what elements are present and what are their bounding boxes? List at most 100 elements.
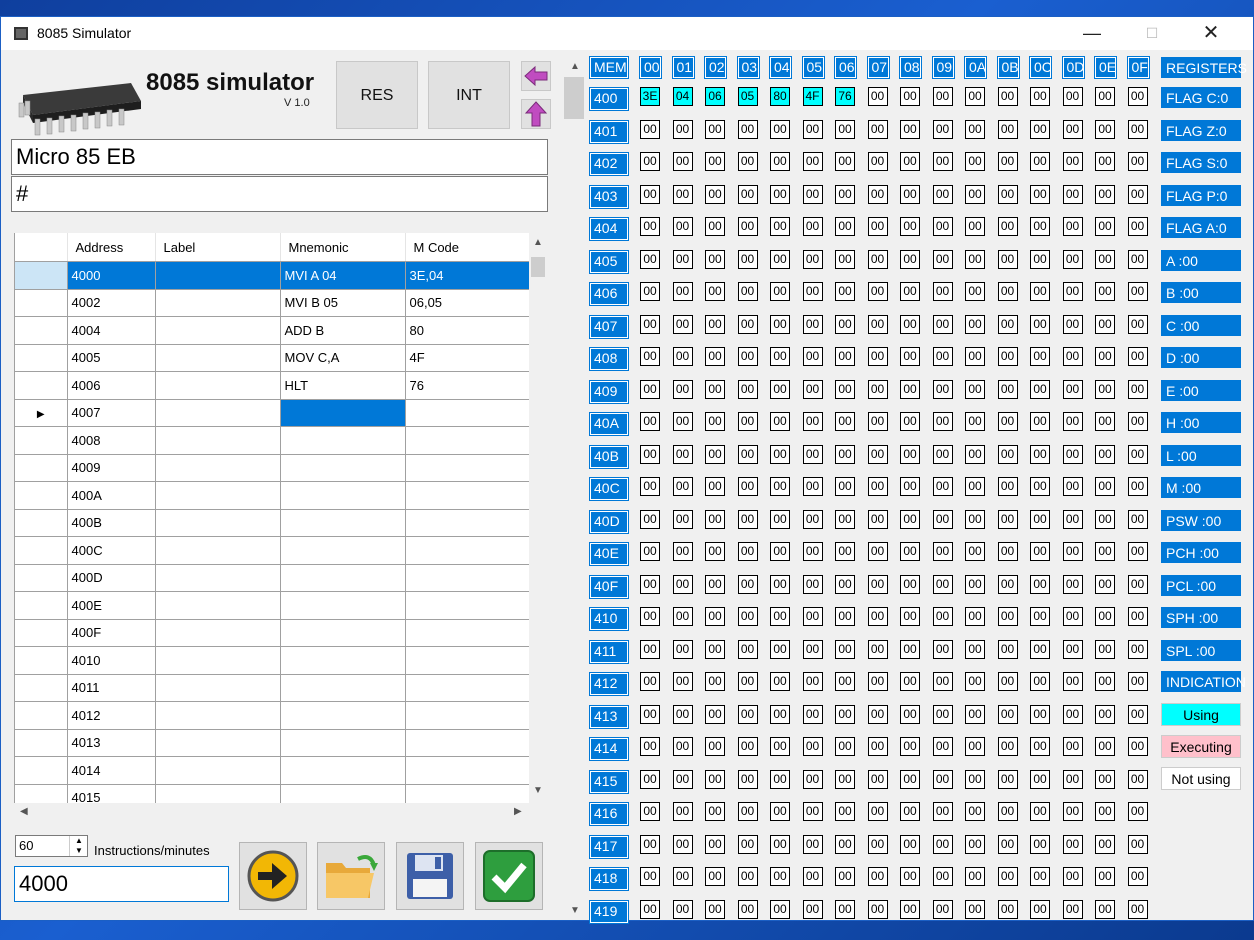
memory-cell[interactable]: 00 xyxy=(802,672,823,691)
memory-cell[interactable]: 00 xyxy=(965,672,985,691)
cell-mnemonic[interactable] xyxy=(280,591,406,620)
table-row[interactable]: 400E xyxy=(15,591,530,620)
memory-cell[interactable]: 00 xyxy=(867,217,888,236)
cell-mcode[interactable]: 76 xyxy=(405,371,530,400)
memory-cell[interactable]: 00 xyxy=(900,737,920,756)
memory-cell[interactable]: 00 xyxy=(770,574,790,594)
cell-mcode[interactable] xyxy=(405,454,530,482)
memory-cell[interactable]: 00 xyxy=(1127,249,1148,269)
memory-cell[interactable]: 00 xyxy=(640,282,660,301)
memory-cell[interactable]: 00 xyxy=(770,509,790,529)
memory-cell[interactable]: 00 xyxy=(867,672,888,691)
memory-cell[interactable]: 00 xyxy=(737,444,758,464)
memory-cell[interactable]: 00 xyxy=(705,834,725,854)
memory-cell[interactable]: 00 xyxy=(932,607,953,626)
memory-cell[interactable]: 00 xyxy=(1030,639,1050,659)
row-header[interactable] xyxy=(15,646,68,675)
cell-mnemonic[interactable]: ADD B xyxy=(280,316,406,345)
memory-cell[interactable]: 00 xyxy=(1127,639,1148,659)
memory-cell[interactable]: 00 xyxy=(640,184,660,204)
memory-cell[interactable]: 00 xyxy=(770,769,790,789)
cell-mcode[interactable] xyxy=(405,646,530,675)
start-address-input[interactable]: 4000 xyxy=(14,866,229,902)
memory-cell[interactable]: 00 xyxy=(835,672,855,691)
arrow-left-icon[interactable] xyxy=(521,61,551,91)
memory-cell[interactable]: 00 xyxy=(802,769,823,789)
memory-cell[interactable]: 00 xyxy=(770,282,790,301)
memory-cell[interactable]: 00 xyxy=(1127,87,1148,106)
memory-cell[interactable]: 3E xyxy=(640,87,660,106)
memory-cell[interactable]: 00 xyxy=(640,347,660,366)
memory-cell[interactable]: 00 xyxy=(900,542,920,561)
memory-cell[interactable]: 00 xyxy=(640,542,660,561)
cell-address[interactable]: 4013 xyxy=(67,729,156,757)
memory-cell[interactable]: 00 xyxy=(900,769,920,789)
memory-cell[interactable]: 00 xyxy=(1062,704,1083,724)
memory-cell[interactable]: 00 xyxy=(997,119,1018,139)
cell-mcode[interactable] xyxy=(405,509,530,537)
memory-cell[interactable]: 00 xyxy=(802,249,823,269)
memory-cell[interactable]: 00 xyxy=(900,509,920,529)
memory-cell[interactable]: 00 xyxy=(802,639,823,659)
memory-cell[interactable]: 00 xyxy=(867,282,888,301)
memory-cell[interactable]: 00 xyxy=(965,542,985,561)
memory-cell[interactable]: 00 xyxy=(737,574,758,594)
memory-cell[interactable]: 00 xyxy=(640,639,660,659)
memory-cell[interactable]: 00 xyxy=(705,802,725,821)
memory-cell[interactable]: 00 xyxy=(705,509,725,529)
scroll-right-icon[interactable]: ▶ xyxy=(514,806,522,817)
memory-cell[interactable]: 00 xyxy=(835,314,855,334)
column-header-label[interactable]: Label xyxy=(155,233,281,262)
cell-mcode[interactable] xyxy=(405,536,530,565)
maximize-button[interactable]: ☐ xyxy=(1129,17,1175,50)
memory-cell[interactable]: 00 xyxy=(737,899,758,919)
cell-mnemonic[interactable] xyxy=(280,619,406,647)
memory-cell[interactable]: 00 xyxy=(1062,184,1083,204)
memory-cell[interactable]: 00 xyxy=(672,347,693,366)
memory-cell[interactable]: 00 xyxy=(965,444,985,464)
cell-mnemonic[interactable]: MVI B 05 xyxy=(280,289,406,317)
memory-cell[interactable]: 00 xyxy=(737,769,758,789)
open-file-button[interactable] xyxy=(317,842,385,910)
row-header[interactable] xyxy=(15,316,68,345)
memory-cell[interactable]: 00 xyxy=(802,704,823,724)
memory-cell[interactable]: 00 xyxy=(835,509,855,529)
memory-cell[interactable]: 00 xyxy=(672,184,693,204)
memory-cell[interactable]: 00 xyxy=(965,249,985,269)
memory-cell[interactable]: 00 xyxy=(672,444,693,464)
check-button[interactable] xyxy=(475,842,543,910)
memory-cell[interactable]: 00 xyxy=(835,184,855,204)
cell-label[interactable] xyxy=(155,371,281,400)
table-row[interactable]: 4008 xyxy=(15,426,530,455)
memory-cell[interactable]: 00 xyxy=(1127,152,1148,171)
memory-cell[interactable]: 00 xyxy=(1062,737,1083,756)
memory-cell[interactable]: 06 xyxy=(705,87,725,106)
memory-cell[interactable]: 00 xyxy=(835,834,855,854)
memory-cell[interactable]: 00 xyxy=(1062,217,1083,236)
memory-cell[interactable]: 00 xyxy=(867,412,888,431)
cell-label[interactable] xyxy=(155,289,281,317)
memory-cell[interactable]: 00 xyxy=(1062,672,1083,691)
memory-cell[interactable]: 00 xyxy=(1127,379,1148,399)
cell-address[interactable]: 400D xyxy=(67,564,156,592)
memory-cell[interactable]: 00 xyxy=(835,867,855,886)
memory-cell[interactable]: 00 xyxy=(802,444,823,464)
memory-cell[interactable]: 00 xyxy=(672,867,693,886)
memory-cell[interactable]: 05 xyxy=(737,87,758,106)
cell-mnemonic[interactable] xyxy=(280,481,406,510)
memory-cell[interactable]: 00 xyxy=(997,639,1018,659)
memory-cell[interactable]: 00 xyxy=(1062,347,1083,366)
cell-label[interactable] xyxy=(155,536,281,565)
cell-address[interactable]: 4002 xyxy=(67,289,156,317)
memory-cell[interactable]: 00 xyxy=(1095,477,1115,496)
cell-label[interactable] xyxy=(155,509,281,537)
memory-cell[interactable]: 00 xyxy=(1030,152,1050,171)
memory-cell[interactable]: 00 xyxy=(1095,509,1115,529)
cell-mnemonic[interactable] xyxy=(280,564,406,592)
memory-cell[interactable]: 00 xyxy=(835,412,855,431)
scroll-down-icon[interactable]: ▼ xyxy=(533,785,543,796)
memory-cell[interactable]: 00 xyxy=(1062,802,1083,821)
table-row[interactable]: 4014 xyxy=(15,756,530,785)
memory-cell[interactable]: 00 xyxy=(1095,379,1115,399)
table-row[interactable]: 4013 xyxy=(15,729,530,757)
